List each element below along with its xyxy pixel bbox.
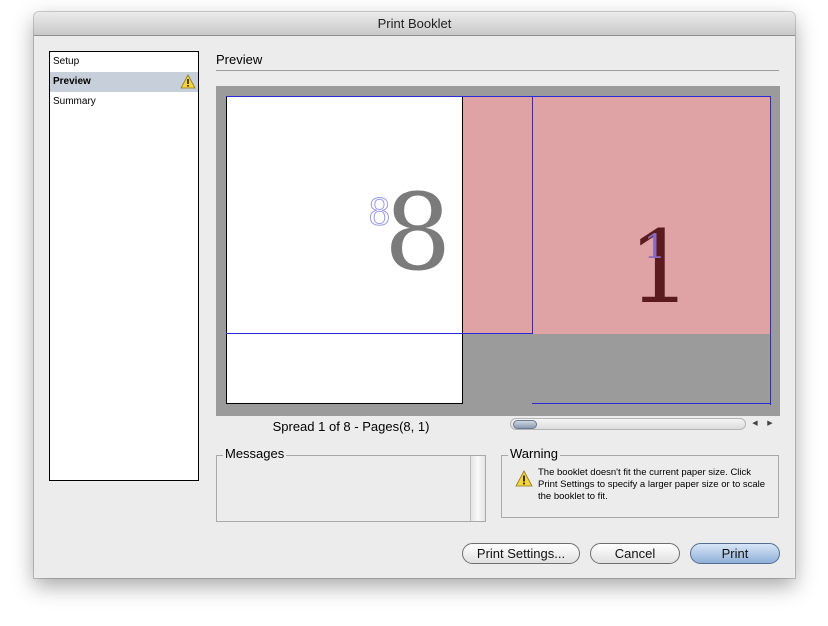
printable-area-guide-top xyxy=(226,96,771,97)
page-guide-right xyxy=(770,96,771,405)
messages-scrollbar[interactable] xyxy=(470,456,485,521)
warning-panel: Warning The booklet doesn't fit the curr… xyxy=(501,447,779,518)
messages-title: Messages xyxy=(223,446,287,461)
sidebar-item-preview[interactable]: Preview xyxy=(50,72,198,92)
window-title: Print Booklet xyxy=(34,12,795,36)
sidebar-item-label: Setup xyxy=(53,56,80,67)
spread-label: Spread 1 of 8 - Pages(8, 1) xyxy=(272,419,430,434)
scroll-right-icon[interactable]: ▶ xyxy=(763,418,777,430)
sidebar-item-setup[interactable]: Setup xyxy=(50,52,198,72)
sidebar-item-label: Preview xyxy=(53,76,91,87)
overflow-page-area xyxy=(463,96,771,334)
warning-icon xyxy=(180,74,196,89)
warning-triangle-icon xyxy=(515,470,533,487)
scroll-left-icon[interactable]: ◀ xyxy=(748,418,762,430)
right-page-number-outline: 1 xyxy=(644,227,666,267)
scrollbar-thumb[interactable] xyxy=(513,420,537,429)
paper-guide-right xyxy=(532,96,533,334)
spread-scrollbar[interactable]: ◀ ▶ xyxy=(510,416,780,432)
booklet-preview: 8 8 1 1 xyxy=(216,86,780,416)
sidebar-nav: Setup Preview Summary xyxy=(49,51,199,481)
warning-title: Warning xyxy=(508,446,560,461)
messages-panel: Messages xyxy=(216,447,486,522)
sidebar-item-summary[interactable]: Summary xyxy=(50,92,198,112)
print-button[interactable]: Print xyxy=(690,543,780,564)
print-booklet-dialog: Print Booklet Setup Preview Summary Prev… xyxy=(34,12,795,578)
messages-list xyxy=(217,456,471,521)
cancel-button[interactable]: Cancel xyxy=(590,543,680,564)
warning-message: The booklet doesn't fit the current pape… xyxy=(538,467,766,502)
sidebar-item-label: Summary xyxy=(53,96,96,107)
scrollbar-track[interactable] xyxy=(510,418,746,430)
page-guide-bottom xyxy=(532,403,771,404)
section-title: Preview xyxy=(216,52,779,71)
paper-guide-bottom xyxy=(226,333,533,334)
print-settings-button[interactable]: Print Settings... xyxy=(462,543,580,564)
left-page-number: 8 xyxy=(384,171,452,294)
